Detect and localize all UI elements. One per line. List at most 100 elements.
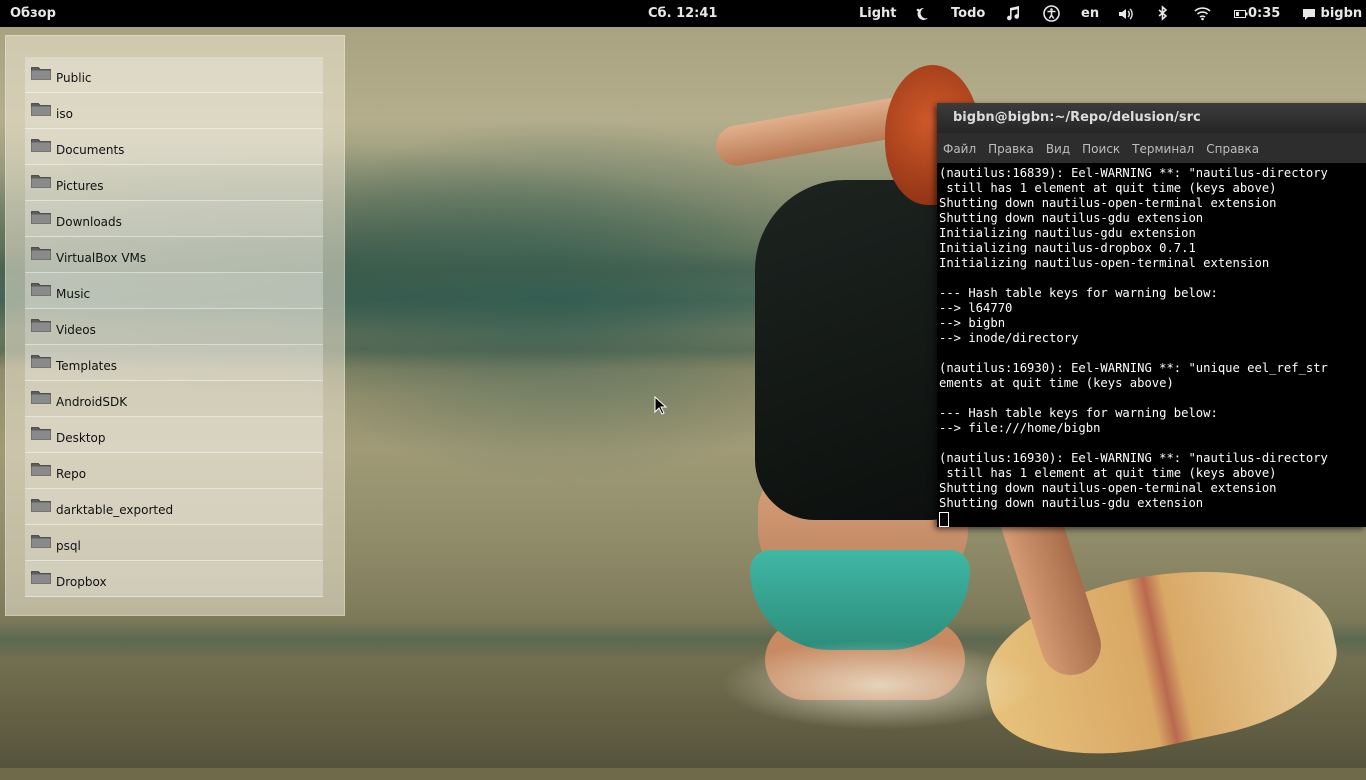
places-item-label: VirtualBox VMs	[56, 251, 147, 265]
places-item-label: Desktop	[56, 431, 106, 445]
places-item[interactable]: Public	[25, 57, 323, 93]
terminal-window[interactable]: bigbn@bigbn:~/Repo/delusion/src Файл Прав…	[937, 103, 1366, 527]
places-item-label: Dropbox	[56, 575, 107, 589]
terminal-menu-item[interactable]: Поиск	[1082, 142, 1120, 156]
terminal-line: still has 1 element at quit time (keys a…	[939, 181, 1277, 195]
music-note-icon[interactable]	[1005, 0, 1022, 27]
folder-icon	[31, 571, 51, 584]
folder-icon	[31, 463, 51, 476]
places-item[interactable]: darktable_exported	[25, 489, 323, 525]
battery-indicator[interactable]: 0:35	[1234, 0, 1280, 27]
terminal-title[interactable]: bigbn@bigbn:~/Repo/delusion/src	[937, 103, 1366, 133]
places-item-label: Documents	[56, 143, 125, 157]
places-list: Public iso Documents Pictures Downloads Virtu…	[25, 57, 323, 597]
places-item[interactable]: VirtualBox VMs	[25, 237, 323, 273]
terminal-line: ements at quit time (keys above)	[939, 376, 1174, 390]
places-item-label: psql	[56, 539, 81, 553]
places-item[interactable]: Desktop	[25, 417, 323, 453]
terminal-line: --> file:///home/bigbn	[939, 421, 1101, 435]
terminal-cursor	[939, 512, 949, 527]
places-item[interactable]: AndroidSDK	[25, 381, 323, 417]
folder-icon	[31, 535, 51, 548]
terminal-line: (nautilus:16839): Eel-WARNING **: "nauti…	[939, 166, 1328, 180]
terminal-line: Shutting down nautilus-open-terminal ext…	[939, 481, 1277, 495]
folder-icon	[31, 103, 51, 116]
terminal-line: --> inode/directory	[939, 331, 1079, 345]
places-item[interactable]: Videos	[25, 309, 323, 345]
terminal-line: Shutting down nautilus-gdu extension	[939, 496, 1204, 510]
terminal-line: Shutting down nautilus-gdu extension	[939, 211, 1204, 225]
activities-button[interactable]: Обзор	[10, 0, 56, 27]
wallpaper-splash	[720, 640, 1040, 730]
places-item-label: Music	[56, 287, 91, 301]
user-name: bigbn	[1320, 6, 1363, 21]
folder-icon	[31, 499, 51, 512]
accessibility-icon[interactable]	[1043, 0, 1060, 27]
places-item[interactable]: psql	[25, 525, 323, 561]
places-item[interactable]: Templates	[25, 345, 323, 381]
folder-icon	[31, 283, 51, 296]
clock[interactable]: Сб. 12:41	[648, 0, 717, 27]
terminal-line: still has 1 element at quit time (keys a…	[939, 466, 1277, 480]
folder-icon	[31, 391, 51, 404]
user-menu[interactable]: bigbn	[1302, 0, 1362, 27]
battery-icon	[1234, 9, 1248, 18]
places-item[interactable]: Dropbox	[25, 561, 323, 597]
places-item-label: Templates	[56, 359, 118, 373]
speaker-icon[interactable]	[1117, 0, 1134, 27]
moon-sun-icon[interactable]	[914, 0, 930, 27]
theme-toggle[interactable]: Light	[859, 0, 897, 27]
terminal-menu-item[interactable]: Файл	[943, 142, 976, 156]
chat-bubble-icon	[1303, 8, 1315, 20]
battery-time: 0:35	[1248, 6, 1281, 21]
places-item[interactable]: Pictures	[25, 165, 323, 201]
bluetooth-icon[interactable]	[1157, 0, 1169, 27]
terminal-line: --> l64770	[939, 301, 1013, 315]
terminal-output[interactable]: (nautilus:16839): Eel-WARNING **: "nauti…	[939, 166, 1366, 527]
places-item-label: Public	[56, 71, 92, 85]
terminal-line: Shutting down nautilus-open-terminal ext…	[939, 196, 1277, 210]
terminal-prompt-line[interactable]	[939, 511, 1366, 527]
top-panel: Обзор Сб. 12:41 Light Todo en 0:35 bigbn	[0, 0, 1366, 27]
places-item-label: Pictures	[56, 179, 104, 193]
places-item-label: Videos	[56, 323, 96, 337]
places-item[interactable]: Downloads	[25, 201, 323, 237]
places-item-label: AndroidSDK	[56, 395, 128, 409]
places-item-label: darktable_exported	[56, 503, 174, 517]
folder-icon	[31, 175, 51, 188]
terminal-line: --- Hash table keys for warning below:	[939, 406, 1218, 420]
places-item[interactable]: Documents	[25, 129, 323, 165]
terminal-menu-item[interactable]: Правка	[988, 142, 1034, 156]
terminal-line: Initializing nautilus-open-terminal exte…	[939, 256, 1270, 270]
terminal-menu-item[interactable]: Справка	[1206, 142, 1259, 156]
folder-icon	[31, 139, 51, 152]
terminal-line: Initializing nautilus-dropbox 0.7.1	[939, 241, 1196, 255]
terminal-line: (nautilus:16930): Eel-WARNING **: "uniqu…	[939, 361, 1328, 375]
terminal-menu-item[interactable]: Терминал	[1132, 142, 1194, 156]
folder-icon	[31, 247, 51, 260]
terminal-menu-item[interactable]: Вид	[1046, 142, 1070, 156]
terminal-menubar: Файл Правка Вид Поиск Терминал Справка	[937, 133, 1366, 163]
folder-icon	[31, 427, 51, 440]
keyboard-layout[interactable]: en	[1081, 0, 1099, 27]
terminal-line: --> bigbn	[939, 316, 1006, 330]
mouse-pointer-icon	[654, 396, 668, 415]
folder-icon	[31, 355, 51, 368]
places-panel: Public iso Documents Pictures Downloads Virtu…	[5, 35, 345, 616]
folder-icon	[31, 211, 51, 224]
places-item[interactable]: iso	[25, 93, 323, 129]
places-item-label: Downloads	[56, 215, 122, 229]
places-item[interactable]: Music	[25, 273, 323, 309]
wifi-icon[interactable]	[1194, 0, 1211, 27]
todo-button[interactable]: Todo	[951, 0, 985, 27]
terminal-line: Initializing nautilus-gdu extension	[939, 226, 1196, 240]
places-item[interactable]: Repo	[25, 453, 323, 489]
terminal-line: (nautilus:16930): Eel-WARNING **: "nauti…	[939, 451, 1328, 465]
folder-icon	[31, 67, 51, 80]
terminal-line: --- Hash table keys for warning below:	[939, 286, 1218, 300]
places-item-label: iso	[56, 107, 73, 121]
